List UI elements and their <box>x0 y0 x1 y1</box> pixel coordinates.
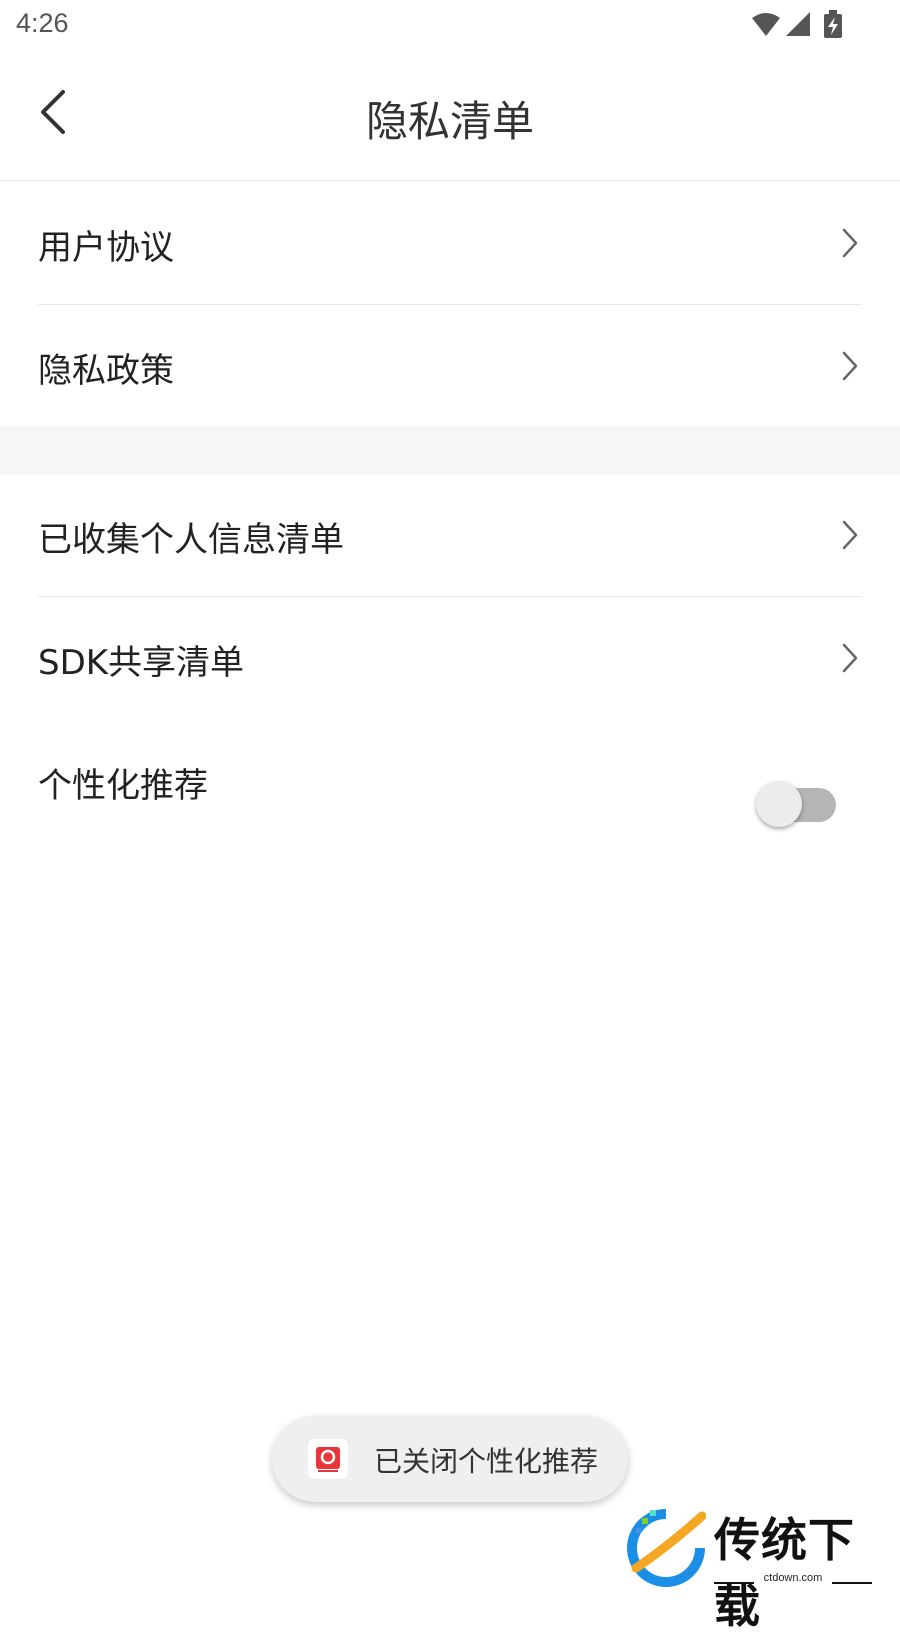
chevron-right-icon <box>842 643 858 673</box>
data-list-group: 已收集个人信息清单 SDK共享清单 <box>0 474 900 719</box>
app-icon <box>308 1439 348 1479</box>
privacy-policy-label: 隐私政策 <box>38 351 174 391</box>
watermark: 传统下载 ctdown.com <box>626 1504 876 1633</box>
section-divider <box>0 426 900 474</box>
status-time: 4:26 <box>16 8 69 38</box>
personalization-label: 个性化推荐 <box>38 766 208 806</box>
battery-charging-icon <box>824 10 842 38</box>
chevron-right-icon <box>842 520 858 550</box>
legal-group: 用户协议 隐私政策 <box>0 182 900 427</box>
cellular-signal-icon <box>786 12 810 36</box>
watermark-line-right <box>832 1582 872 1584</box>
switch-thumb <box>756 781 802 827</box>
chevron-right-icon <box>842 228 858 258</box>
personalization-row: 个性化推荐 <box>38 720 862 840</box>
user-agreement-row[interactable]: 用户协议 <box>38 182 862 305</box>
status-bar: 4:26 <box>0 0 900 50</box>
user-agreement-label: 用户协议 <box>38 228 174 268</box>
collected-info-list-row[interactable]: 已收集个人信息清单 <box>38 474 862 597</box>
collected-info-list-label: 已收集个人信息清单 <box>38 520 344 560</box>
sdk-share-list-row[interactable]: SDK共享清单 <box>38 597 862 719</box>
toast-message: 已关闭个性化推荐 <box>374 1445 599 1478</box>
watermark-title: 传统下载 <box>714 1513 855 1633</box>
page-title: 隐私清单 <box>365 97 534 146</box>
sdk-share-list-label: SDK共享清单 <box>38 643 245 683</box>
personalization-switch[interactable] <box>756 775 836 827</box>
app-bar: 隐私清单 <box>0 50 900 181</box>
toast: 已关闭个性化推荐 <box>272 1416 628 1502</box>
privacy-policy-row[interactable]: 隐私政策 <box>38 305 862 427</box>
chevron-right-icon <box>842 351 858 381</box>
status-icons <box>750 10 860 40</box>
watermark-logo-icon <box>627 1509 706 1587</box>
wifi-icon <box>752 13 780 36</box>
